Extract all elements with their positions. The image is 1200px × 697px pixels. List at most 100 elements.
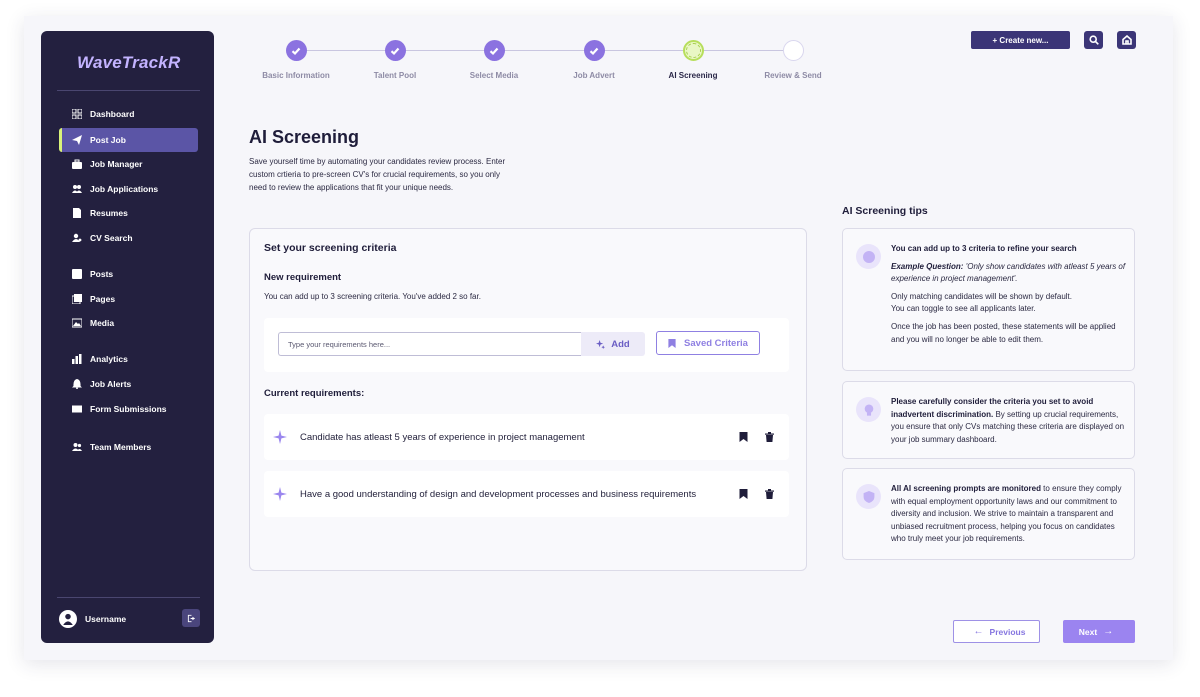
tip-card-criteria-limit: You can add up to 3 criteria to refine y…: [842, 228, 1135, 371]
requirement-row: Candidate has atleast 5 years of experie…: [264, 414, 789, 460]
sidebar-item-pages[interactable]: Pages: [59, 287, 198, 311]
saved-criteria-button[interactable]: Saved Criteria: [656, 331, 760, 355]
sidebar-item-job-manager[interactable]: Job Manager: [59, 152, 198, 176]
sidebar-item-team-members[interactable]: Team Members: [59, 435, 198, 459]
bookmark-icon: [739, 489, 747, 499]
sparkle-icon: [273, 430, 287, 444]
requirement-text: Candidate has atleast 5 years of experie…: [300, 431, 585, 443]
add-requirement-button[interactable]: Add: [581, 332, 645, 356]
tip-card-discrimination: Please carefully consider the criteria y…: [842, 381, 1135, 459]
sidebar-item-job-alerts[interactable]: Job Alerts: [59, 372, 198, 396]
step-label: Basic Information: [262, 71, 330, 80]
delete-requirement-button[interactable]: [763, 431, 775, 443]
requirement-text: Have a good understanding of design and …: [300, 488, 697, 500]
check-icon: [483, 40, 505, 61]
image-icon: [71, 317, 83, 329]
previous-button[interactable]: ← Previous: [953, 620, 1040, 643]
next-label: Next: [1078, 626, 1098, 637]
tip-line: Once the job has been posted, these stat…: [891, 321, 1116, 344]
user-search-icon: [71, 232, 83, 244]
card-title: Set your screening criteria: [264, 242, 397, 254]
sidebar-item-label: Job Alerts: [90, 379, 132, 389]
search-button[interactable]: [1084, 31, 1103, 49]
tips-title: AI Screening tips: [842, 205, 928, 217]
tip-body: Please carefully consider the criteria y…: [891, 396, 1126, 446]
sidebar-item-posts[interactable]: Posts: [59, 262, 198, 286]
step-select-media[interactable]: Select Media: [444, 40, 544, 80]
step-label: Talent Pool: [373, 71, 417, 80]
home-button[interactable]: [1117, 31, 1136, 49]
sparkle-icon: [596, 339, 606, 349]
people-icon: [71, 183, 83, 195]
sidebar-item-label: Form Submissions: [90, 404, 167, 414]
sidebar-item-label: Resumes: [90, 208, 128, 218]
sidebar-item-media[interactable]: Media: [59, 311, 198, 335]
step-talent-pool[interactable]: Talent Pool: [345, 40, 445, 80]
sidebar-item-form-submissions[interactable]: Form Submissions: [59, 397, 198, 421]
tip-bold: All AI screening prompts are monitored: [891, 484, 1041, 493]
example-label: Example Question:: [891, 261, 964, 271]
requirement-input-panel: Add Saved Criteria: [264, 318, 789, 372]
lightbulb-icon: [856, 397, 881, 422]
step-review-send[interactable]: Review & Send: [743, 40, 843, 80]
step-label: Select Media: [469, 71, 519, 80]
sidebar-item-resumes[interactable]: Resumes: [59, 201, 198, 225]
send-icon: [71, 134, 83, 146]
sidebar-item-label: CV Search: [90, 233, 133, 243]
logo: WaveTrackR: [77, 53, 181, 72]
step-job-advert[interactable]: Job Advert: [544, 40, 644, 80]
sidebar-item-post-job[interactable]: Post Job: [59, 128, 198, 152]
trash-icon: [764, 432, 774, 442]
step-label: AI Screening: [668, 71, 718, 80]
step-ai-screening[interactable]: AI Screening: [643, 40, 743, 80]
sidebar-item-dashboard[interactable]: Dashboard: [59, 102, 198, 126]
tip-line: You can toggle to see all applicants lat…: [891, 304, 1036, 314]
pages-icon: [71, 293, 83, 305]
sidebar: WaveTrackR Dashboard Post Job Job Manage…: [41, 31, 214, 643]
step-label: Review & Send: [764, 71, 822, 80]
check-icon: [285, 40, 307, 61]
sidebar-item-label: Post Job: [90, 135, 126, 145]
user-icon: [63, 613, 73, 625]
next-button[interactable]: Next →: [1063, 620, 1135, 643]
arrow-left-icon: ←: [973, 626, 984, 637]
grid-icon: [71, 108, 83, 120]
tip-heading: You can add up to 3 criteria to refine y…: [891, 244, 1077, 253]
tip-card-monitoring: All AI screening prompts are monitored t…: [842, 468, 1135, 560]
sidebar-item-label: Media: [90, 318, 115, 328]
logout-button[interactable]: [182, 609, 200, 627]
briefcase-icon: [71, 158, 83, 170]
current-requirements-heading: Current requirements:: [264, 388, 365, 399]
requirement-input[interactable]: [278, 332, 582, 356]
tip-body: All AI screening prompts are monitored t…: [891, 483, 1126, 546]
step-basic-information[interactable]: Basic Information: [246, 40, 346, 80]
user-profile: Username: [59, 609, 200, 629]
current-step-indicator: [682, 40, 704, 61]
sidebar-item-job-applications[interactable]: Job Applications: [59, 177, 198, 201]
sidebar-item-cv-search[interactable]: CV Search: [59, 226, 198, 250]
document-icon: [71, 207, 83, 219]
sidebar-item-analytics[interactable]: Analytics: [59, 347, 198, 371]
arrow-right-icon: →: [1103, 626, 1114, 637]
requirement-count-note: You can add up to 3 screening criteria. …: [264, 292, 481, 301]
requirement-row: Have a good understanding of design and …: [264, 471, 789, 517]
posts-icon: [71, 268, 83, 280]
add-label: Add: [611, 338, 630, 350]
bookmark-icon: [739, 432, 747, 442]
team-icon: [71, 441, 83, 453]
create-new-button[interactable]: + Create new...: [971, 31, 1070, 49]
sidebar-item-label: Pages: [90, 294, 116, 304]
tip-line: Only matching candidates will be shown b…: [891, 291, 1072, 301]
delete-requirement-button[interactable]: [763, 488, 775, 500]
sidebar-item-label: Job Manager: [90, 159, 143, 169]
avatar[interactable]: [59, 610, 77, 628]
screening-criteria-card: Set your screening criteria New requirem…: [249, 228, 807, 571]
sidebar-item-label: Posts: [90, 269, 114, 279]
page-title: AI Screening: [249, 127, 360, 147]
check-icon: [583, 40, 605, 61]
bookmark-requirement-button[interactable]: [737, 431, 749, 443]
logout-icon: [187, 614, 195, 622]
step-label: Job Advert: [573, 71, 615, 80]
page-description: Save yourself time by automating your ca…: [249, 157, 506, 193]
bookmark-requirement-button[interactable]: [737, 488, 749, 500]
